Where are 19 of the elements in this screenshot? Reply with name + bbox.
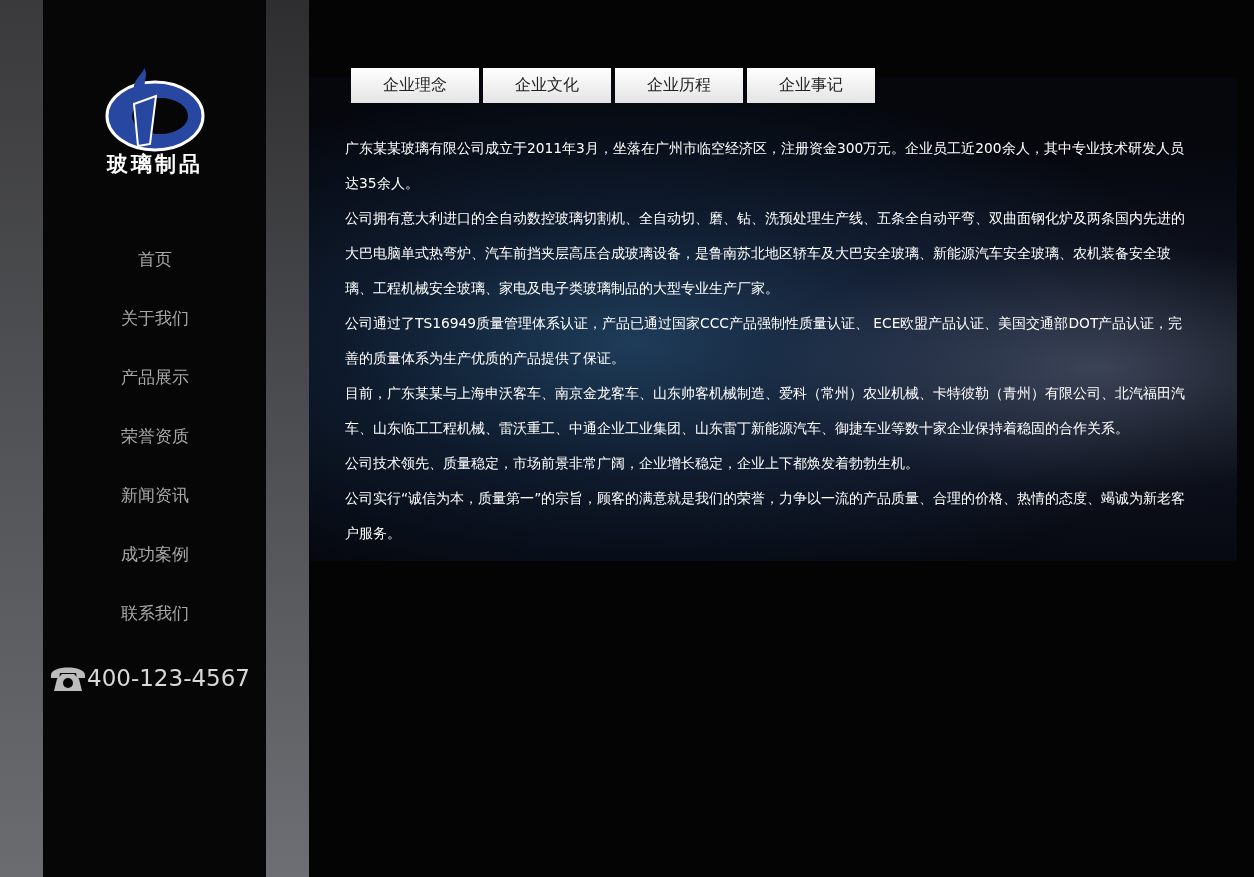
nav-link[interactable]: 关于我们	[120, 289, 189, 348]
nav-link[interactable]: 成功案例	[120, 525, 189, 584]
nav-link[interactable]: 新闻资讯	[120, 466, 189, 525]
logo-text: 玻璃制品	[106, 151, 203, 178]
nav-link[interactable]: 产品展示	[120, 348, 189, 407]
paragraph: 公司通过了TS16949质量管理体系认证，产品已通过国家CCC产品强制性质量认证、 ECE欧盟产品认证、美国交通部DOT产品认证，完善的质量体系为生产优质的产品提供了保证。	[345, 314, 1184, 368]
tab[interactable]: 企业历程	[615, 68, 743, 103]
tab[interactable]: 企业文化	[483, 68, 611, 103]
paragraph: 公司拥有意大利进口的全自动数控玻璃切割机、全自动切、磨、钻、洗预处理生产线、五条全自动平弯、双曲面钢化炉及两条国内先进的大巴电脑单式热弯炉、汽车前挡夹层高压合成玻璃设备，是鲁南苏北地区轿车及大巴安全玻璃、新能源汽车安全玻璃、农机装备安全玻璃、工程机械安全玻璃、家电及电子类玻璃制品的大型专业生产厂家。	[345, 209, 1186, 298]
tab[interactable]: 企业理念	[351, 68, 479, 103]
tab[interactable]: 企业事记	[747, 68, 875, 103]
nav-link[interactable]: 首页	[137, 230, 172, 289]
paragraph: 公司实行“诚信为本，质量第一”的宗旨，顾客的满意就是我们的荣誉，力争以一流的产品质量、合理的价格、热情的态度、竭诚为新老客户服务。	[345, 489, 1187, 543]
phone-number: 400-123-4567	[87, 665, 250, 691]
paragraph: 公司技术领先、质量稳定，市场前景非常广阔，企业增长稳定，企业上下都焕发着勃勃生机。	[345, 454, 920, 473]
paragraph: 目前，广东某某与上海申沃客车、南京金龙客车、山东帅客机械制造、爱科（常州）农业机械、卡特彼勒（青州）有限公司、北汽福田汽车、山东临工工程机械、雷沃重工、中通企业工业集团、山东雷丁新能源汽车、御捷车业等数十家企业保持着稳固的合作关系。	[345, 384, 1186, 438]
nav-link[interactable]: 荣誉资质	[120, 407, 189, 466]
paragraph: 广东某某玻璃有限公司成立于2011年3月，坐落在广州市临空经济区，注册资金300万元。企业员工近200余人，其中专业技术研发人员达35余人。	[345, 139, 1185, 193]
nav-link[interactable]: 联系我们	[120, 584, 189, 643]
